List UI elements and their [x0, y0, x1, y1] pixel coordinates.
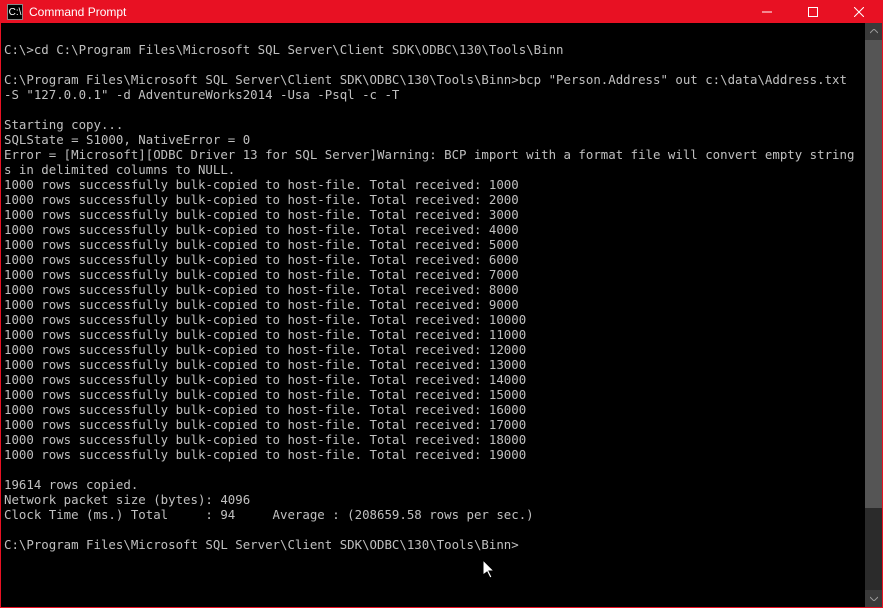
- terminal-line: Error = [Microsoft][ODBC Driver 13 for S…: [4, 147, 860, 177]
- terminal-line: 1000 rows successfully bulk-copied to ho…: [4, 342, 860, 357]
- terminal-line: 1000 rows successfully bulk-copied to ho…: [4, 297, 860, 312]
- terminal-line: [4, 57, 860, 72]
- terminal-line: 1000 rows successfully bulk-copied to ho…: [4, 447, 860, 462]
- terminal-line: 1000 rows successfully bulk-copied to ho…: [4, 372, 860, 387]
- command-prompt-window: C:\ Command Prompt C:\>cd C:\Program Fil…: [0, 0, 883, 608]
- terminal-line: SQLState = S1000, NativeError = 0: [4, 132, 860, 147]
- window-title: Command Prompt: [29, 5, 744, 19]
- terminal-line: C:\Program Files\Microsoft SQL Server\Cl…: [4, 72, 860, 102]
- terminal-line: 19614 rows copied.: [4, 477, 860, 492]
- titlebar[interactable]: C:\ Command Prompt: [1, 1, 882, 23]
- terminal-line: 1000 rows successfully bulk-copied to ho…: [4, 252, 860, 267]
- terminal-line: 1000 rows successfully bulk-copied to ho…: [4, 207, 860, 222]
- app-icon: C:\: [7, 4, 23, 20]
- terminal-line: C:\Program Files\Microsoft SQL Server\Cl…: [4, 537, 860, 552]
- minimize-icon: [762, 7, 772, 17]
- terminal-line: 1000 rows successfully bulk-copied to ho…: [4, 387, 860, 402]
- terminal-line: 1000 rows successfully bulk-copied to ho…: [4, 417, 860, 432]
- terminal-line: 1000 rows successfully bulk-copied to ho…: [4, 282, 860, 297]
- terminal-line: C:\>cd C:\Program Files\Microsoft SQL Se…: [4, 42, 860, 57]
- close-button[interactable]: [836, 1, 882, 23]
- minimize-button[interactable]: [744, 1, 790, 23]
- terminal-output[interactable]: C:\>cd C:\Program Files\Microsoft SQL Se…: [1, 23, 865, 607]
- terminal-line: [4, 27, 860, 42]
- terminal-line: 1000 rows successfully bulk-copied to ho…: [4, 192, 860, 207]
- chevron-up-icon: [870, 29, 878, 34]
- scroll-down-button[interactable]: [865, 590, 882, 607]
- maximize-icon: [808, 7, 818, 17]
- scroll-up-button[interactable]: [865, 23, 882, 40]
- terminal-line: 1000 rows successfully bulk-copied to ho…: [4, 237, 860, 252]
- terminal-line: [4, 522, 860, 537]
- window-controls: [744, 1, 882, 23]
- maximize-button[interactable]: [790, 1, 836, 23]
- terminal-wrapper: C:\>cd C:\Program Files\Microsoft SQL Se…: [1, 23, 882, 607]
- terminal-line: [4, 462, 860, 477]
- terminal-line: [4, 102, 860, 117]
- terminal-line: 1000 rows successfully bulk-copied to ho…: [4, 357, 860, 372]
- close-icon: [854, 7, 864, 17]
- terminal-line: Clock Time (ms.) Total : 94 Average : (2…: [4, 507, 860, 522]
- terminal-line: Starting copy...: [4, 117, 860, 132]
- terminal-line: 1000 rows successfully bulk-copied to ho…: [4, 177, 860, 192]
- vertical-scrollbar[interactable]: [865, 23, 882, 607]
- scroll-thumb[interactable]: [865, 40, 882, 508]
- terminal-line: Network packet size (bytes): 4096: [4, 492, 860, 507]
- scroll-track[interactable]: [865, 40, 882, 590]
- terminal-line: 1000 rows successfully bulk-copied to ho…: [4, 312, 860, 327]
- terminal-line: 1000 rows successfully bulk-copied to ho…: [4, 267, 860, 282]
- chevron-down-icon: [870, 596, 878, 601]
- terminal-line: 1000 rows successfully bulk-copied to ho…: [4, 402, 860, 417]
- terminal-line: 1000 rows successfully bulk-copied to ho…: [4, 222, 860, 237]
- terminal-line: 1000 rows successfully bulk-copied to ho…: [4, 327, 860, 342]
- terminal-line: 1000 rows successfully bulk-copied to ho…: [4, 432, 860, 447]
